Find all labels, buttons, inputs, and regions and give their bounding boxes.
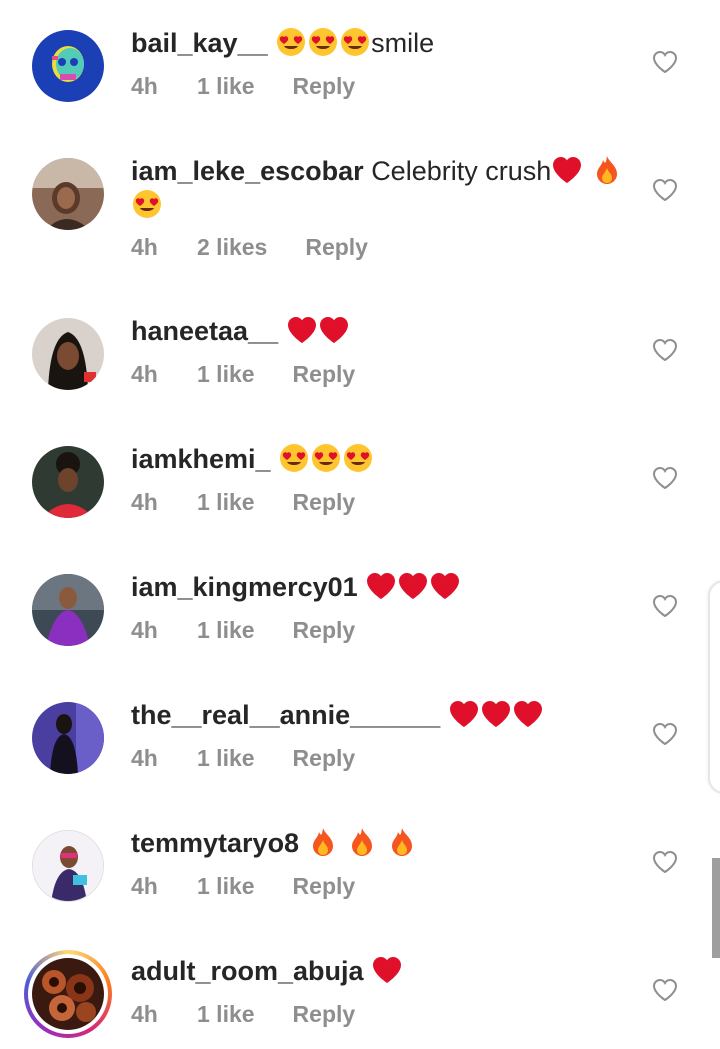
red-heart-emoji-icon bbox=[480, 698, 512, 730]
comment-time: 4h bbox=[131, 1001, 158, 1027]
avatar[interactable] bbox=[32, 446, 104, 518]
reply-button[interactable]: Reply bbox=[305, 234, 368, 261]
fire-emoji-icon bbox=[346, 826, 378, 858]
heart-outline-icon[interactable] bbox=[652, 466, 678, 490]
comments-list: bail_kay__ smile 4h 1 like Reply iam_leke_… bbox=[0, 0, 720, 1049]
red-heart-emoji-icon bbox=[397, 570, 429, 602]
red-heart-emoji-icon bbox=[551, 154, 583, 186]
comment-time: 4h bbox=[131, 73, 158, 99]
side-panel-edge[interactable] bbox=[708, 580, 720, 794]
heart-eyes-emoji-icon bbox=[275, 26, 307, 58]
reply-button[interactable]: Reply bbox=[293, 73, 356, 100]
comment-username[interactable]: iamkhemi_ bbox=[131, 444, 271, 474]
story-ring-avatar[interactable] bbox=[24, 950, 112, 1038]
reply-button[interactable]: Reply bbox=[293, 361, 356, 388]
reply-button[interactable]: Reply bbox=[293, 1001, 356, 1028]
avatar[interactable] bbox=[32, 830, 104, 902]
reply-button[interactable]: Reply bbox=[293, 745, 356, 772]
heart-outline-icon[interactable] bbox=[652, 594, 678, 618]
comment-likes[interactable]: 2 likes bbox=[197, 234, 267, 261]
heart-eyes-emoji-icon bbox=[310, 442, 342, 474]
heart-outline-icon[interactable] bbox=[652, 338, 678, 362]
comment-username[interactable]: iam_leke_escobar bbox=[131, 156, 364, 186]
heart-eyes-emoji-icon bbox=[131, 188, 163, 220]
scrollbar-thumb[interactable] bbox=[712, 858, 720, 958]
comment-likes[interactable]: 1 like bbox=[197, 617, 255, 644]
avatar[interactable] bbox=[32, 702, 104, 774]
comment-likes[interactable]: 1 like bbox=[197, 873, 255, 900]
comment-time: 4h bbox=[131, 873, 158, 899]
avatar[interactable] bbox=[32, 318, 104, 390]
comment-likes[interactable]: 1 like bbox=[197, 745, 255, 772]
red-heart-emoji-icon bbox=[448, 698, 480, 730]
comment-username[interactable]: temmytaryo8 bbox=[131, 828, 299, 858]
fire-emoji-icon bbox=[386, 826, 418, 858]
fire-emoji-icon bbox=[307, 826, 339, 858]
red-heart-emoji-icon bbox=[429, 570, 461, 602]
fire-emoji-icon bbox=[591, 154, 623, 186]
comment-time: 4h bbox=[131, 745, 158, 771]
red-heart-emoji-icon bbox=[371, 954, 403, 986]
comment-likes[interactable]: 1 like bbox=[197, 73, 255, 100]
comment-likes[interactable]: 1 like bbox=[197, 489, 255, 516]
comment-time: 4h bbox=[131, 234, 158, 260]
comment-username[interactable]: the__real__annie______ bbox=[131, 700, 440, 730]
comment-username[interactable]: iam_kingmercy01 bbox=[131, 572, 358, 602]
comment-text: Celebrity crush bbox=[371, 156, 552, 186]
comment-username[interactable]: bail_kay__ bbox=[131, 28, 268, 58]
heart-eyes-emoji-icon bbox=[339, 26, 371, 58]
heart-outline-icon[interactable] bbox=[652, 178, 678, 202]
reply-button[interactable]: Reply bbox=[293, 873, 356, 900]
red-heart-emoji-icon bbox=[365, 570, 397, 602]
heart-outline-icon[interactable] bbox=[652, 850, 678, 874]
heart-eyes-emoji-icon bbox=[307, 26, 339, 58]
red-heart-emoji-icon bbox=[318, 314, 350, 346]
comment-username[interactable]: adult_room_abuja bbox=[131, 956, 364, 986]
reply-button[interactable]: Reply bbox=[293, 617, 356, 644]
comment-time: 4h bbox=[131, 361, 158, 387]
comment-likes[interactable]: 1 like bbox=[197, 1001, 255, 1028]
avatar[interactable] bbox=[32, 30, 104, 102]
comment-time: 4h bbox=[131, 489, 158, 515]
heart-outline-icon[interactable] bbox=[652, 978, 678, 1002]
comment-username[interactable]: haneetaa__ bbox=[131, 316, 278, 346]
heart-eyes-emoji-icon bbox=[278, 442, 310, 474]
comment-time: 4h bbox=[131, 617, 158, 643]
red-heart-emoji-icon bbox=[512, 698, 544, 730]
heart-outline-icon[interactable] bbox=[652, 722, 678, 746]
comment-likes[interactable]: 1 like bbox=[197, 361, 255, 388]
avatar[interactable] bbox=[32, 574, 104, 646]
reply-button[interactable]: Reply bbox=[293, 489, 356, 516]
avatar[interactable] bbox=[32, 158, 104, 230]
heart-eyes-emoji-icon bbox=[342, 442, 374, 474]
heart-outline-icon[interactable] bbox=[652, 50, 678, 74]
red-heart-emoji-icon bbox=[286, 314, 318, 346]
comment-text: smile bbox=[371, 28, 435, 58]
